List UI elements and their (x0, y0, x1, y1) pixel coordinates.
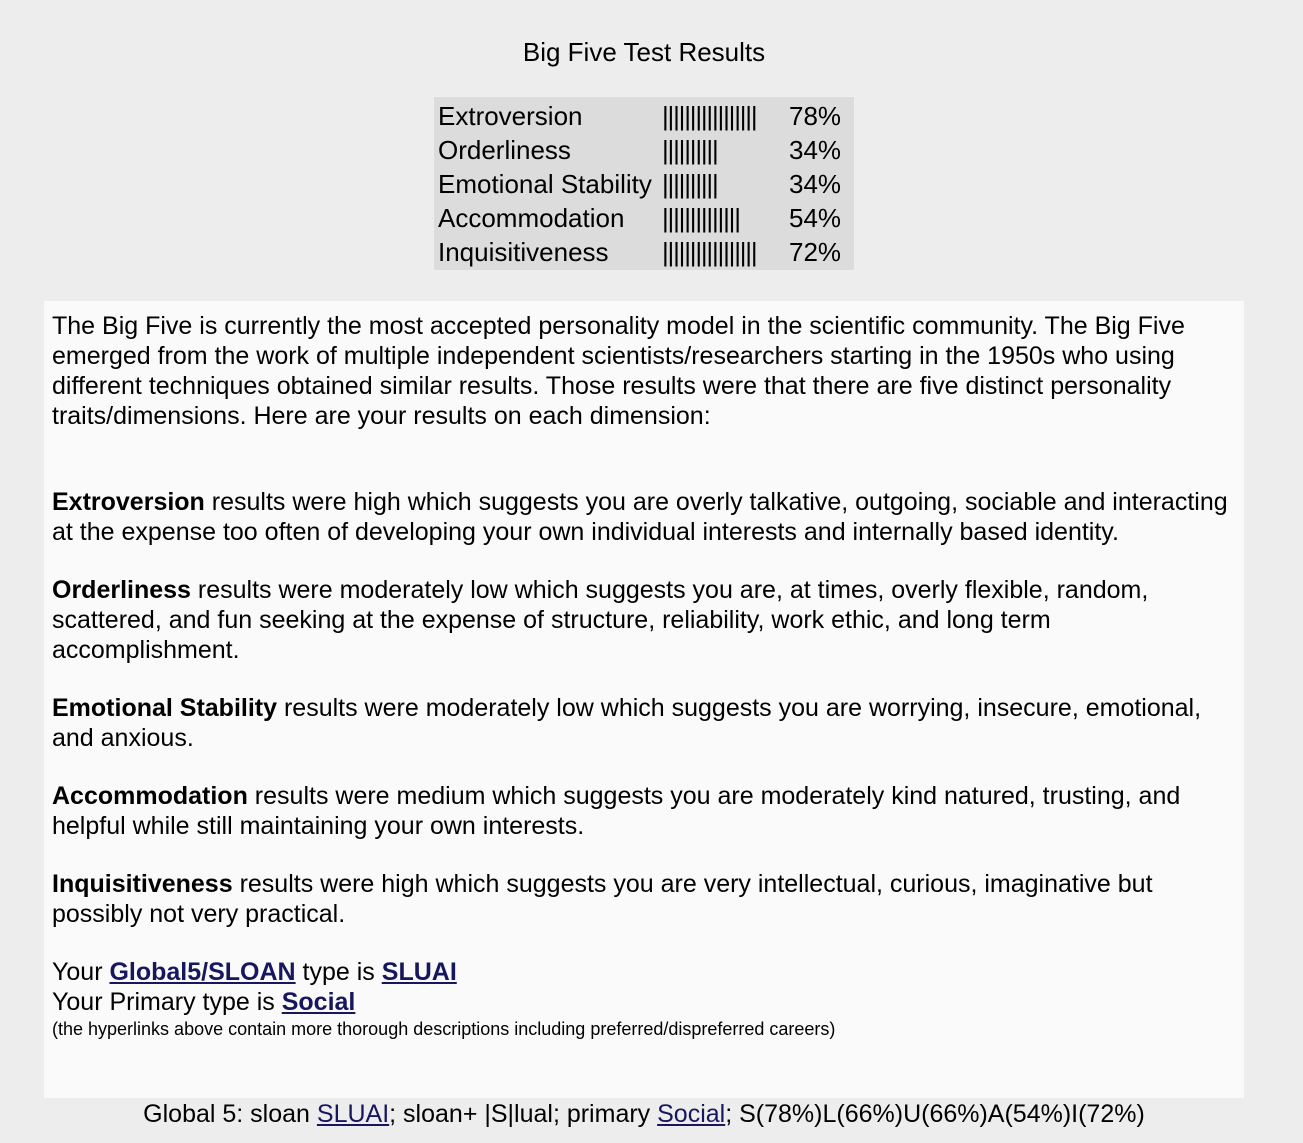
trait-description: results were high which suggests you are… (52, 488, 1228, 546)
sluai-type-link[interactable]: SLUAI (382, 958, 457, 986)
trait-paragraph-orderliness: Orderliness results were moderately low … (52, 575, 1236, 665)
score-bars: ||||||||||||||||| (662, 237, 758, 267)
footer-prefix: Global 5: sloan (143, 1100, 317, 1128)
trait-paragraph-extroversion: Extroversion results were high which sug… (52, 487, 1236, 547)
trait-name: Accommodation (52, 782, 248, 810)
score-percent: 54% (789, 203, 842, 233)
social-type-link[interactable]: Social (282, 988, 356, 1016)
trait-name: Orderliness (52, 576, 191, 604)
score-row-emotional-stability: Emotional Stability |||||||||| 34% (438, 167, 854, 201)
footer-middle: ; sloan+ |S|lual; primary (389, 1100, 658, 1128)
score-percent: 78% (789, 101, 842, 131)
trait-paragraph-emotional-stability: Emotional Stability results were moderat… (52, 693, 1236, 753)
score-percent: 72% (789, 237, 842, 267)
trait-description: results were moderately low which sugges… (52, 576, 1149, 664)
trait-paragraph-accommodation: Accommodation results were medium which … (52, 781, 1236, 841)
score-name: Accommodation (438, 203, 625, 233)
score-table: Extroversion ||||||||||||||||| 78% Order… (434, 97, 854, 270)
hyperlink-note: (the hyperlinks above contain more thoro… (52, 1019, 836, 1039)
footer-sluai-link[interactable]: SLUAI (317, 1100, 389, 1128)
score-row-accommodation: Accommodation |||||||||||||| 54% (438, 201, 854, 235)
score-row-extroversion: Extroversion ||||||||||||||||| 78% (438, 99, 854, 133)
global5-type-line: Your Global5/SLOAN type is SLUAI (52, 957, 1236, 987)
score-bars: |||||||||| (662, 135, 719, 165)
page-title: Big Five Test Results (522, 37, 766, 67)
primary-prefix: Your Primary type is (52, 988, 282, 1016)
score-bars: ||||||||||||||||| (662, 101, 758, 131)
footer-social-link[interactable]: Social (657, 1100, 725, 1128)
footer-summary: Global 5: sloan SLUAI; sloan+ |S|lual; p… (0, 1097, 1288, 1131)
score-name: Orderliness (438, 135, 571, 165)
trait-name: Inquisitiveness (52, 870, 233, 898)
trait-name: Extroversion (52, 488, 205, 516)
type-prefix: Your (52, 958, 110, 986)
results-description: The Big Five is currently the most accep… (44, 301, 1244, 1098)
score-percent: 34% (789, 135, 842, 165)
score-percent: 34% (789, 169, 842, 199)
score-row-inquisitiveness: Inquisitiveness ||||||||||||||||| 72% (438, 235, 854, 269)
trait-name: Emotional Stability (52, 694, 278, 722)
score-bars: |||||||||||||| (662, 203, 741, 233)
footer-suffix: ; S(78%)L(66%)U(66%)A(54%)I(72%) (725, 1100, 1145, 1128)
score-bars: |||||||||| (662, 169, 719, 199)
primary-type-line: Your Primary type is Social (52, 987, 1236, 1017)
global5-sloan-link[interactable]: Global5/SLOAN (109, 958, 295, 986)
type-middle: type is (295, 958, 382, 986)
score-name: Inquisitiveness (438, 237, 609, 267)
score-name: Extroversion (438, 101, 583, 131)
trait-paragraph-inquisitiveness: Inquisitiveness results were high which … (52, 869, 1236, 929)
intro-paragraph: The Big Five is currently the most accep… (52, 312, 1185, 430)
score-name: Emotional Stability (438, 169, 652, 199)
score-row-orderliness: Orderliness |||||||||| 34% (438, 133, 854, 167)
